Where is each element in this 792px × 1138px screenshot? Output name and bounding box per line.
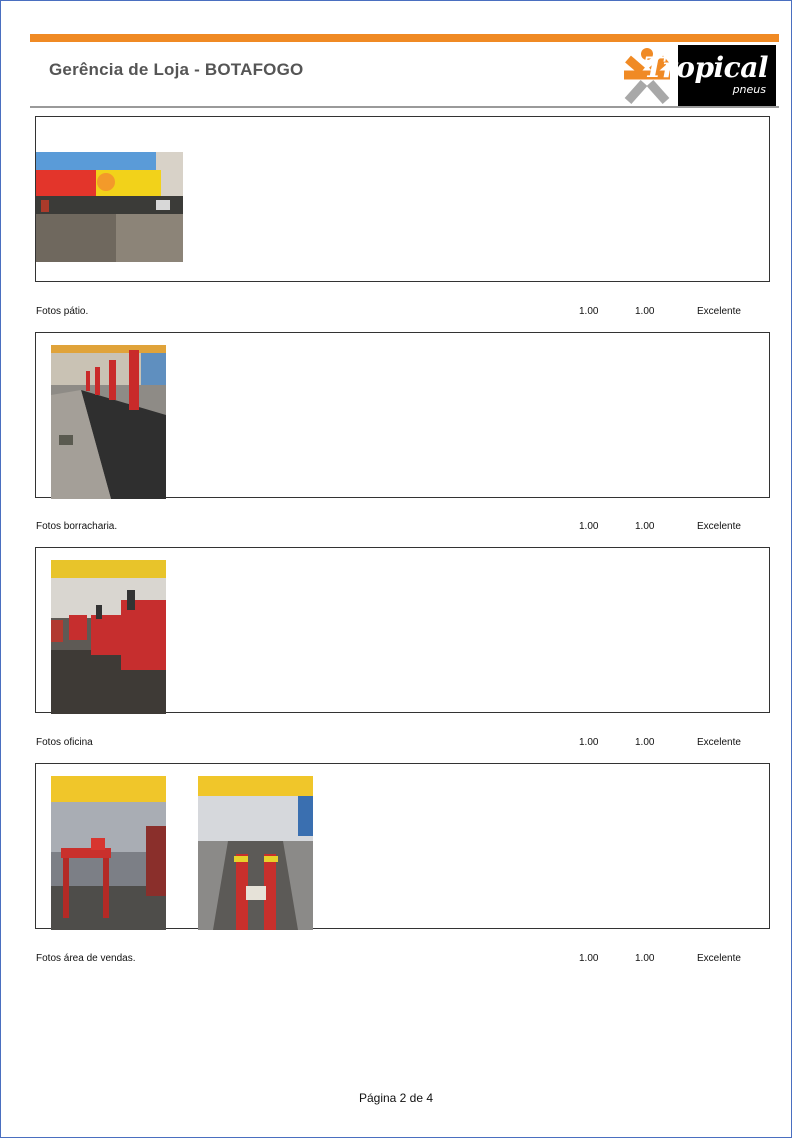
logo-subtext: pneus bbox=[732, 83, 766, 96]
row-value-2: 1.00 bbox=[635, 521, 655, 532]
header-accent-bar bbox=[30, 34, 779, 42]
page-number: Página 2 de 4 bbox=[358, 1091, 434, 1105]
photo-box-area-vendas bbox=[35, 763, 770, 930]
photo-box-patio bbox=[35, 116, 770, 282]
row-value-1: 1.00 bbox=[579, 306, 599, 317]
row-rating: Excelente bbox=[697, 521, 741, 532]
photo-borracharia[interactable] bbox=[51, 345, 166, 499]
row-label: Fotos pátio. bbox=[36, 306, 89, 317]
page-title: Gerência de Loja - BOTAFOGO bbox=[49, 60, 304, 79]
header-rule bbox=[30, 106, 779, 108]
row-label: Fotos borracharia. bbox=[36, 521, 118, 532]
row-value-2: 1.00 bbox=[635, 953, 655, 964]
photo-box-oficina bbox=[35, 547, 770, 714]
row-value-2: 1.00 bbox=[635, 306, 655, 317]
row-value-2: 1.00 bbox=[635, 737, 655, 748]
photo-area-vendas-1[interactable] bbox=[51, 776, 166, 930]
row-value-1: 1.00 bbox=[579, 953, 599, 964]
logo-wordmark: Tropical bbox=[643, 51, 769, 84]
photo-box-borracharia bbox=[35, 332, 770, 499]
row-rating: Excelente bbox=[697, 737, 741, 748]
row-rating: Excelente bbox=[697, 306, 741, 317]
row-value-1: 1.00 bbox=[579, 737, 599, 748]
row-label: Fotos área de vendas. bbox=[36, 953, 136, 964]
photo-oficina[interactable] bbox=[51, 560, 166, 714]
photo-area-vendas-2[interactable] bbox=[198, 776, 313, 930]
photo-patio[interactable] bbox=[36, 152, 183, 262]
brand-logo: Tropical pneus bbox=[618, 45, 776, 107]
row-rating: Excelente bbox=[697, 953, 741, 964]
logo-wordmark-box: Tropical pneus bbox=[644, 45, 776, 107]
row-label: Fotos oficina bbox=[36, 737, 93, 748]
row-value-1: 1.00 bbox=[579, 521, 599, 532]
